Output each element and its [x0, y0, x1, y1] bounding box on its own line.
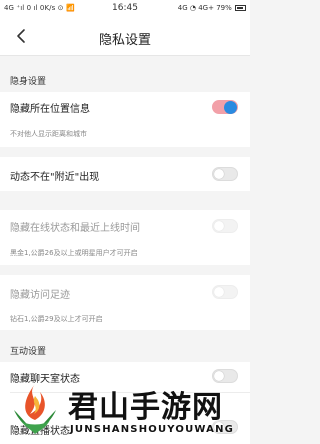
toggle-hide-from-nearby[interactable] [212, 167, 238, 181]
status-bar-network-battery: 4G ◔ 4G+ 79% [177, 4, 232, 12]
setting-note: 黑金1,公爵26及以上或明星用户才可开启 [10, 249, 138, 257]
page-title: 隐私设置 [98, 33, 151, 48]
watermark-subtitle: JUNSHANSHOUYOUWANG [70, 424, 235, 435]
setting-hide-location: 隐藏所在位置信息 不对他人显示距离和城市 [0, 92, 250, 147]
setting-label: 动态不在"附近"出现 [10, 172, 100, 183]
toggle-knob [214, 287, 224, 297]
toggle-hide-online-status[interactable] [212, 219, 238, 233]
toggle-knob [214, 169, 224, 179]
navigation-bar: 隐私设置 [0, 18, 250, 56]
section-header-stealth: 隐身设置 [10, 77, 47, 87]
setting-hide-visit-footprint: 隐藏访问足迹 钻石1,公爵29及以上才可开启 [0, 275, 250, 330]
setting-note: 钻石1,公爵29及以上才可开启 [10, 315, 103, 323]
watermark-title: 君山手游网 [68, 390, 223, 425]
setting-note: 不对他人显示距离和城市 [10, 130, 87, 138]
toggle-hide-location[interactable] [212, 100, 238, 114]
toggle-knob [214, 221, 224, 231]
setting-label: 隐藏在线状态和最近上线时间 [10, 223, 140, 234]
watermark: 君山手游网 JUNSHANSHOUYOUWANG [0, 374, 250, 444]
flame-leaf-logo-icon [14, 384, 56, 434]
setting-hide-from-nearby: 动态不在"附近"出现 [0, 157, 250, 191]
setting-label: 隐藏所在位置信息 [10, 104, 90, 115]
battery-icon [235, 5, 246, 11]
status-bar: 4G ⁺ıl 0 ıl 0K/s ⊙ 📶 16:45 4G ◔ 4G+ 79% [0, 0, 250, 18]
toggle-hide-visit-footprint[interactable] [212, 285, 238, 299]
toggle-knob [224, 100, 237, 114]
setting-label: 隐藏访问足迹 [10, 290, 70, 301]
section-header-interaction: 互动设置 [10, 347, 47, 357]
status-bar-right: 4G ◔ 4G+ 79% [178, 4, 246, 12]
setting-hide-online-status: 隐藏在线状态和最近上线时间 黑金1,公爵26及以上或明星用户才可开启 [0, 210, 250, 265]
